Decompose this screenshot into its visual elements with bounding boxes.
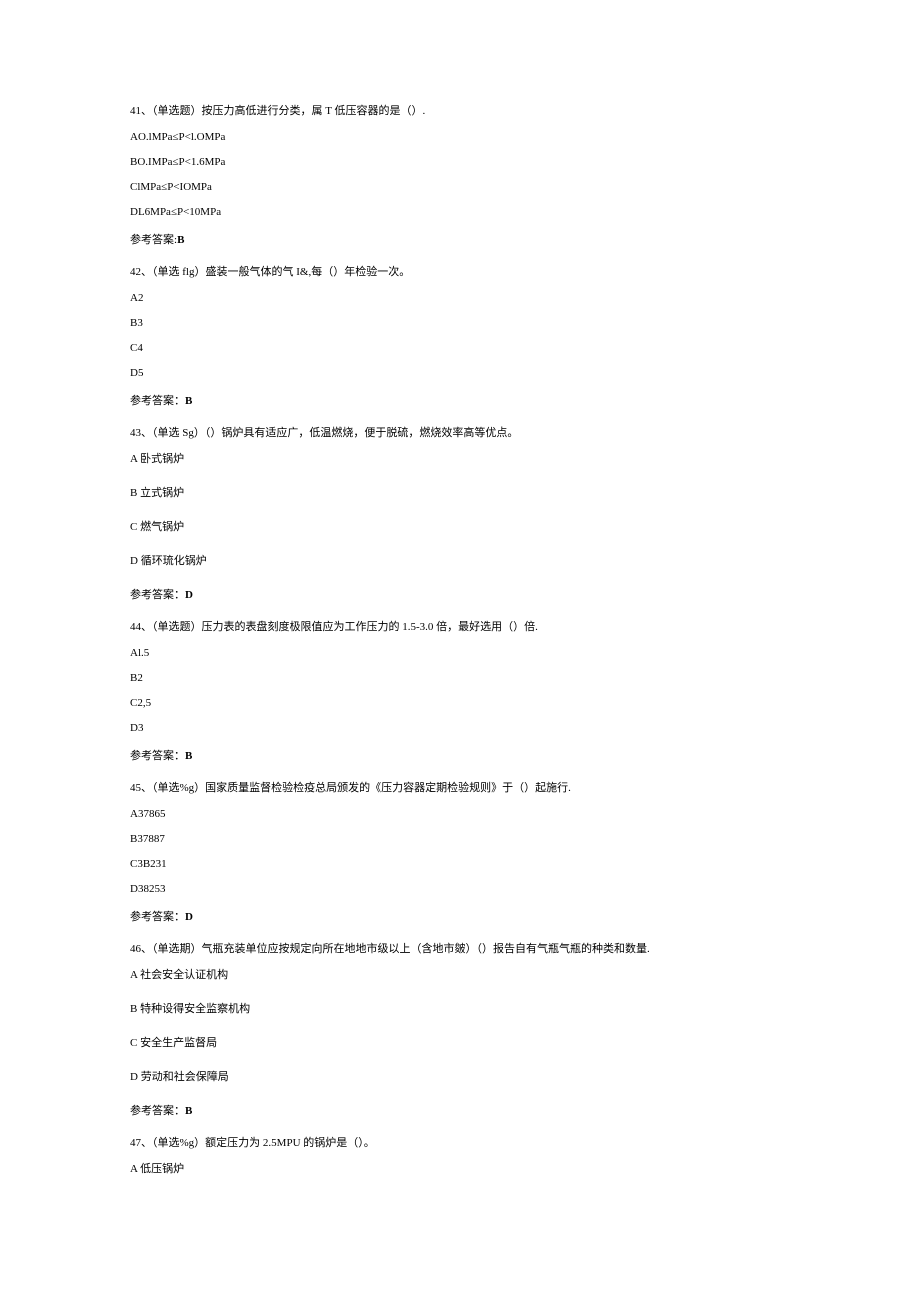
answer-value: B <box>185 395 192 407</box>
answer-value: D <box>185 911 193 923</box>
question-body: 气瓶充装单位应按规定向所在地地市级以上（含地市皴）（）报告自有气瓶气瓶的种类和数… <box>202 943 650 955</box>
question-text: 43、（单选 Sg）（）锅炉具有适应广，低温燃烧，便于脱硫，燃烧效率高等优点。 <box>130 422 790 444</box>
question-option: ClMPa≤P<IOMPa <box>130 176 790 198</box>
question-number: 44、 <box>130 621 152 633</box>
question-number: 45、 <box>130 782 152 794</box>
question-option: B37887 <box>130 828 790 850</box>
answer-line: 参考答案：B <box>130 1100 790 1122</box>
question-option: B2 <box>130 667 790 689</box>
answer-label: 参考答案： <box>130 589 185 601</box>
question-option: C3B231 <box>130 853 790 875</box>
answer-label: 参考答案: <box>130 234 177 246</box>
answer-line: 参考答案：D <box>130 906 790 928</box>
question-option: D3 <box>130 717 790 739</box>
answer-label: 参考答案： <box>130 395 185 407</box>
question-block: 47、（单选%g）额定压力为 2.5MPU 的锅炉是（）。 A 低压锅炉 <box>130 1132 790 1180</box>
question-option: A2 <box>130 287 790 309</box>
question-number: 43、 <box>130 427 152 439</box>
question-text: 42、（单选 flg）盛装一般气体的气 I&,每（）年检验一次。 <box>130 261 790 283</box>
question-option: A37865 <box>130 803 790 825</box>
question-option: C4 <box>130 337 790 359</box>
question-number: 42、 <box>130 266 152 278</box>
answer-value: B <box>177 234 184 246</box>
question-option: D38253 <box>130 878 790 900</box>
question-block: 46、（单选期）气瓶充装单位应按规定向所在地地市级以上（含地市皴）（）报告自有气… <box>130 938 790 1122</box>
question-option: D5 <box>130 362 790 384</box>
question-number: 46、 <box>130 943 152 955</box>
question-body: 国家质量监督检验检疫总局颁发的《压力容器定期检验规则》于（）起施行. <box>205 782 571 794</box>
question-text: 44、（单选题）压力表的表盘刻度极限值应为工作压力的 1.5-3.0 倍，最好选… <box>130 616 790 638</box>
question-option: A 卧式锅炉 <box>130 448 790 470</box>
answer-line: 参考答案：D <box>130 584 790 606</box>
answer-value: B <box>185 750 192 762</box>
question-type: （单选%g） <box>152 782 205 794</box>
question-option: DL6MPa≤P<10MPa <box>130 201 790 223</box>
answer-label: 参考答案： <box>130 750 185 762</box>
question-option: A 社会安全认证机构 <box>130 964 790 986</box>
question-block: 43、（单选 Sg）（）锅炉具有适应广，低温燃烧，便于脱硫，燃烧效率高等优点。 A… <box>130 422 790 606</box>
question-body: 额定压力为 2.5MPU 的锅炉是（）。 <box>205 1137 375 1149</box>
question-body: 盛装一般气体的气 I&,每（）年检验一次。 <box>205 266 410 278</box>
question-option: A 低压锅炉 <box>130 1158 790 1180</box>
question-text: 46、（单选期）气瓶充装单位应按规定向所在地地市级以上（含地市皴）（）报告自有气… <box>130 938 790 960</box>
question-option: C 燃气锅炉 <box>130 516 790 538</box>
answer-line: 参考答案：B <box>130 390 790 412</box>
question-type: （单选 flg） <box>152 266 205 278</box>
question-option: C 安全生产监督局 <box>130 1032 790 1054</box>
answer-value: B <box>185 1105 192 1117</box>
question-block: 42、（单选 flg）盛装一般气体的气 I&,每（）年检验一次。 A2 B3 C4 D5… <box>130 261 790 412</box>
question-body: （）锅炉具有适应广，低温燃烧，便于脱硫，燃烧效率高等优点。 <box>205 427 519 439</box>
question-body: 压力表的表盘刻度极限值应为工作压力的 1.5-3.0 倍，最好选用（）倍. <box>202 621 538 633</box>
answer-value: D <box>185 589 193 601</box>
question-option: D 循环琉化锅炉 <box>130 550 790 572</box>
question-option: B 特种设得安全监察机构 <box>130 998 790 1020</box>
question-option: Al.5 <box>130 642 790 664</box>
question-text: 47、（单选%g）额定压力为 2.5MPU 的锅炉是（）。 <box>130 1132 790 1154</box>
answer-line: 参考答案：B <box>130 745 790 767</box>
question-text: 41、（单选题）按压力高低进行分类，属 T 低压容器的是（）. <box>130 100 790 122</box>
question-number: 41、 <box>130 105 152 117</box>
question-option: C2,5 <box>130 692 790 714</box>
question-text: 45、（单选%g）国家质量监督检验检疫总局颁发的《压力容器定期检验规则》于（）起… <box>130 777 790 799</box>
question-body: 按压力高低进行分类，属 T 低压容器的是（）. <box>202 105 426 117</box>
question-type: （单选 Sg） <box>152 427 205 439</box>
answer-line: 参考答案:B <box>130 229 790 251</box>
question-type: （单选题） <box>152 621 202 633</box>
question-type: （单选期） <box>152 943 202 955</box>
question-option: B 立式锅炉 <box>130 482 790 504</box>
answer-label: 参考答案： <box>130 1105 185 1117</box>
question-number: 47、 <box>130 1137 152 1149</box>
question-block: 45、（单选%g）国家质量监督检验检疫总局颁发的《压力容器定期检验规则》于（）起… <box>130 777 790 928</box>
question-option: B3 <box>130 312 790 334</box>
answer-label: 参考答案： <box>130 911 185 923</box>
question-block: 44、（单选题）压力表的表盘刻度极限值应为工作压力的 1.5-3.0 倍，最好选… <box>130 616 790 767</box>
question-option: AO.lMPa≤P<l.OMPa <box>130 126 790 148</box>
question-type: （单选题） <box>152 105 202 117</box>
question-option: D 劳动和社会保障局 <box>130 1066 790 1088</box>
question-option: BO.IMPa≤P<1.6MPa <box>130 151 790 173</box>
question-type: （单选%g） <box>152 1137 205 1149</box>
question-block: 41、（单选题）按压力高低进行分类，属 T 低压容器的是（）. AO.lMPa≤P… <box>130 100 790 251</box>
document-content: 41、（单选题）按压力高低进行分类，属 T 低压容器的是（）.AO.lMPa≤P… <box>130 100 790 1180</box>
